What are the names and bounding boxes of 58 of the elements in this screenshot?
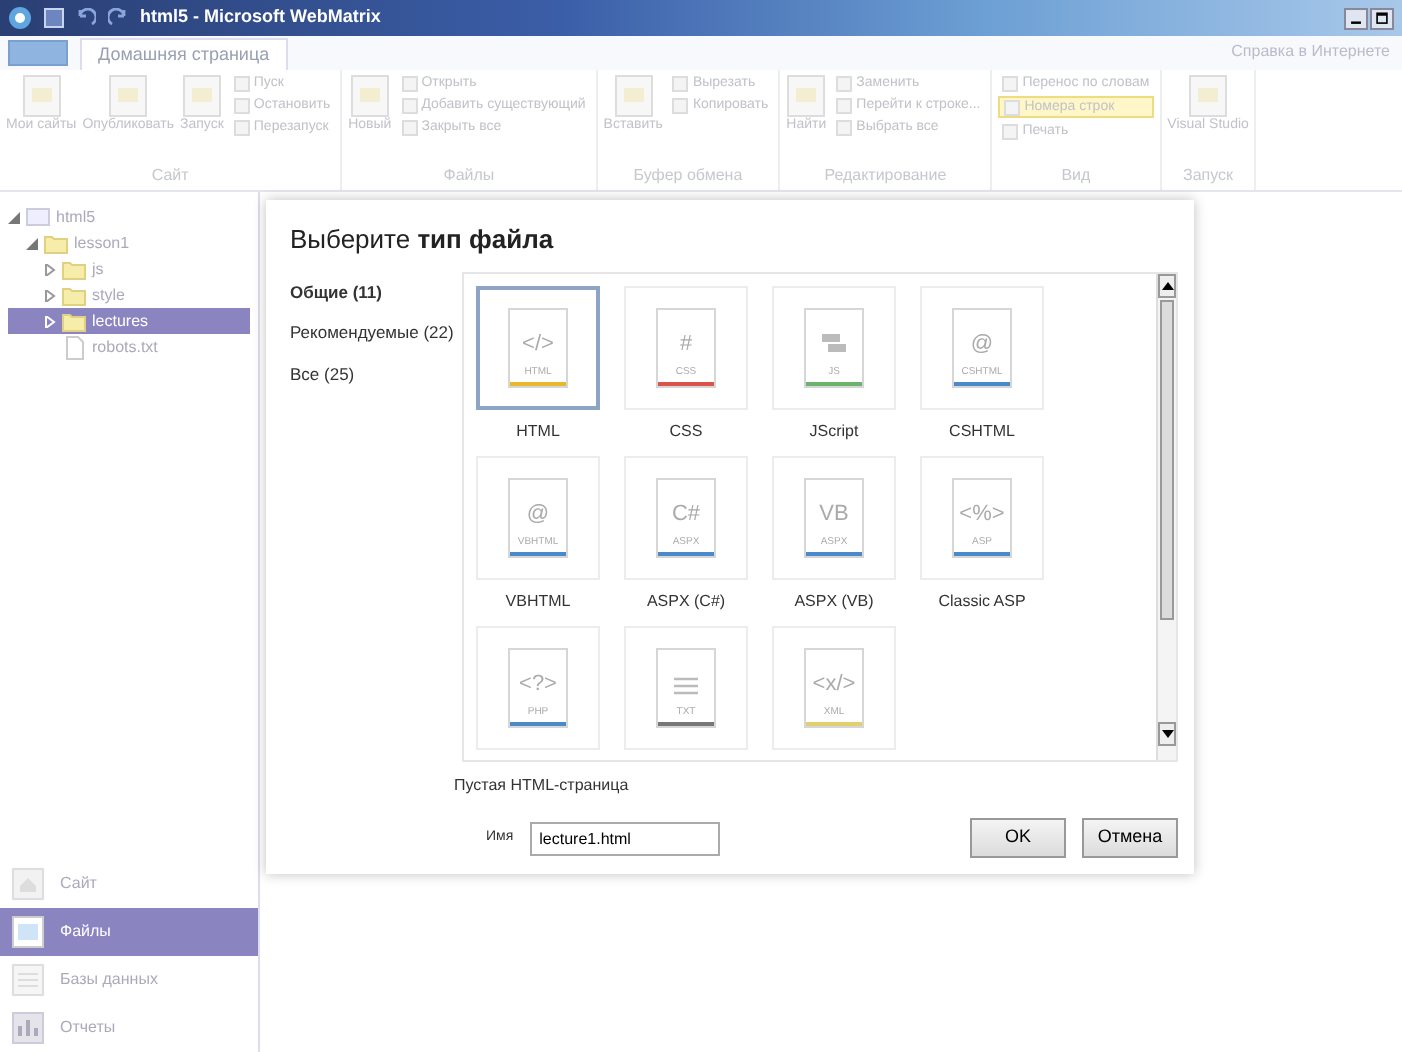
expand-arrow-icon[interactable] [44,263,56,275]
group-label: Файлы [441,164,497,188]
lines-icon [672,675,700,695]
collapse-arrow-icon[interactable] [8,211,20,223]
category-item[interactable]: Общие (11) [290,279,382,305]
folder-icon [62,309,86,333]
tile-label: JScript [809,419,859,443]
group-label: Запуск [1181,164,1236,188]
tile-label: Classic ASP [938,589,1026,613]
tile-label: ASPX (VB) [794,589,874,613]
redo-icon [108,8,128,28]
tree-item[interactable]: style [8,282,250,308]
cancel-button[interactable]: Отмена [1082,818,1178,858]
up-arrow-icon [1161,281,1173,289]
save-icon [44,8,64,28]
expand-arrow-icon[interactable] [44,289,56,301]
category-item[interactable]: Все (25) [290,362,355,388]
help-link[interactable]: Справка в Интернете [1231,40,1402,64]
tree-item[interactable]: js [8,256,250,282]
maximize-icon[interactable] [1370,7,1394,29]
category-item[interactable]: Рекомендуемые (22) [290,320,454,346]
workspace-tab[interactable]: Базы данных [0,956,258,1004]
folder-icon [26,205,50,229]
tile-label: CSS [669,419,703,443]
tree-item[interactable]: lesson1 [8,230,250,256]
description-text: Пустая HTML-страница [454,773,631,797]
script-icon [820,331,848,355]
files-icon [12,916,44,948]
ok-button[interactable]: OK [970,818,1066,858]
group-label: Буфер обмена [631,164,745,188]
ribbon-tab[interactable]: Домашняя страница [80,37,288,70]
dialog-title: Выберите тип файла [290,222,556,258]
workspace-tab[interactable]: Отчеты [0,1004,258,1052]
tile-label: ASPX (C#) [646,589,726,613]
reports-icon [12,1012,44,1044]
group-label: Вид [1059,164,1093,188]
workspace-tab[interactable]: Файлы [0,908,258,956]
app-icon [8,6,32,30]
folder-icon [62,257,86,281]
undo-icon [76,8,96,28]
tile-label: HTML [516,419,560,443]
name-field[interactable]: lecture1.html [529,821,720,855]
group-label: Редактирование [822,164,949,188]
tree-item[interactable]: lectures [8,308,250,334]
tile-label: CSHTML [949,419,1015,443]
tree-item[interactable]: html5 [8,204,250,230]
folder-icon [44,231,68,255]
minimize-icon[interactable] [1344,7,1368,29]
collapse-arrow-icon[interactable] [26,237,38,249]
workspace-tab[interactable]: Сайт [0,860,258,908]
group-label: Сайт [149,164,191,188]
window-title: html5 - Microsoft WebMatrix [140,4,381,31]
tree-item[interactable]: robots.txt [8,334,250,360]
scrollbar[interactable] [1156,273,1176,759]
site-icon [12,868,44,900]
tile-label: VBHTML [505,589,571,613]
database-icon [12,964,44,996]
down-arrow-icon [1161,729,1173,737]
